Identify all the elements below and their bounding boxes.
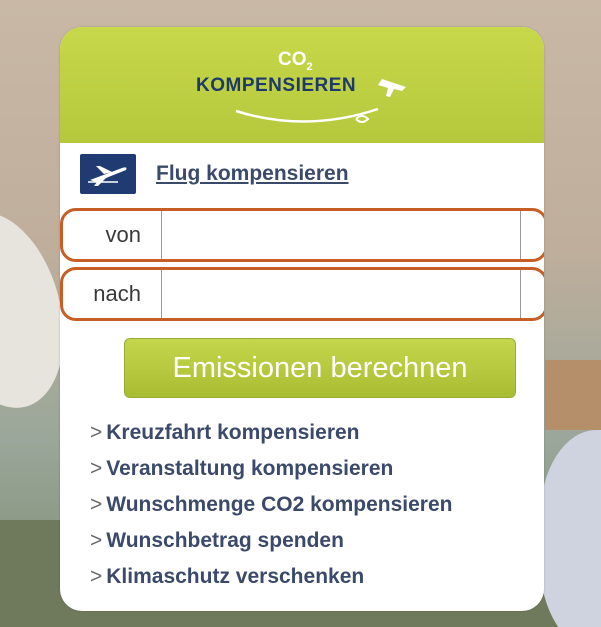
from-field: von [60,208,544,262]
compensation-widget: CO2 KOMPENSIEREN Flug kompensieren von n… [60,27,544,611]
compensation-links-list: > Kreuzfahrt kompensieren > Veranstaltung … [90,415,452,595]
chevron-right-icon: > [90,421,103,444]
to-input[interactable] [161,270,521,318]
link-gift-climate-protection[interactable]: > Klimaschutz verschenken [90,559,452,595]
link-label: Wunschbetrag spenden [106,529,344,552]
link-label: Wunschmenge CO2 kompensieren [106,493,453,516]
chevron-right-icon: > [90,565,103,588]
logo-wordmark: KOMPENSIEREN [196,75,357,96]
background-building [545,360,601,430]
calculate-emissions-button[interactable]: Emissionen berechnen [124,338,516,398]
link-custom-co2-amount[interactable]: > Wunschmenge CO2 kompensieren [90,487,452,523]
from-label: von [105,222,141,247]
to-field: nach [60,267,544,321]
link-label: Klimaschutz verschenken [106,565,365,588]
co2-kompensieren-logo: CO2 KOMPENSIEREN [196,49,416,139]
flight-row: Flug kompensieren [80,153,349,195]
logo-co2-text: CO2 [278,49,313,73]
widget-header: CO2 KOMPENSIEREN [60,27,544,143]
to-label: nach [93,281,141,306]
flight-compensate-link[interactable]: Flug kompensieren [156,162,349,186]
link-event[interactable]: > Veranstaltung kompensieren [90,451,452,487]
from-input[interactable] [161,211,521,259]
chevron-right-icon: > [90,457,103,480]
link-label: Veranstaltung kompensieren [106,457,394,480]
airplane-icon[interactable] [80,154,136,194]
link-custom-donation[interactable]: > Wunschbetrag spenden [90,523,452,559]
chevron-right-icon: > [90,493,103,516]
link-label: Kreuzfahrt kompensieren [106,421,360,444]
background-shape [540,430,601,627]
chevron-right-icon: > [90,529,103,552]
link-cruise[interactable]: > Kreuzfahrt kompensieren [90,415,452,451]
